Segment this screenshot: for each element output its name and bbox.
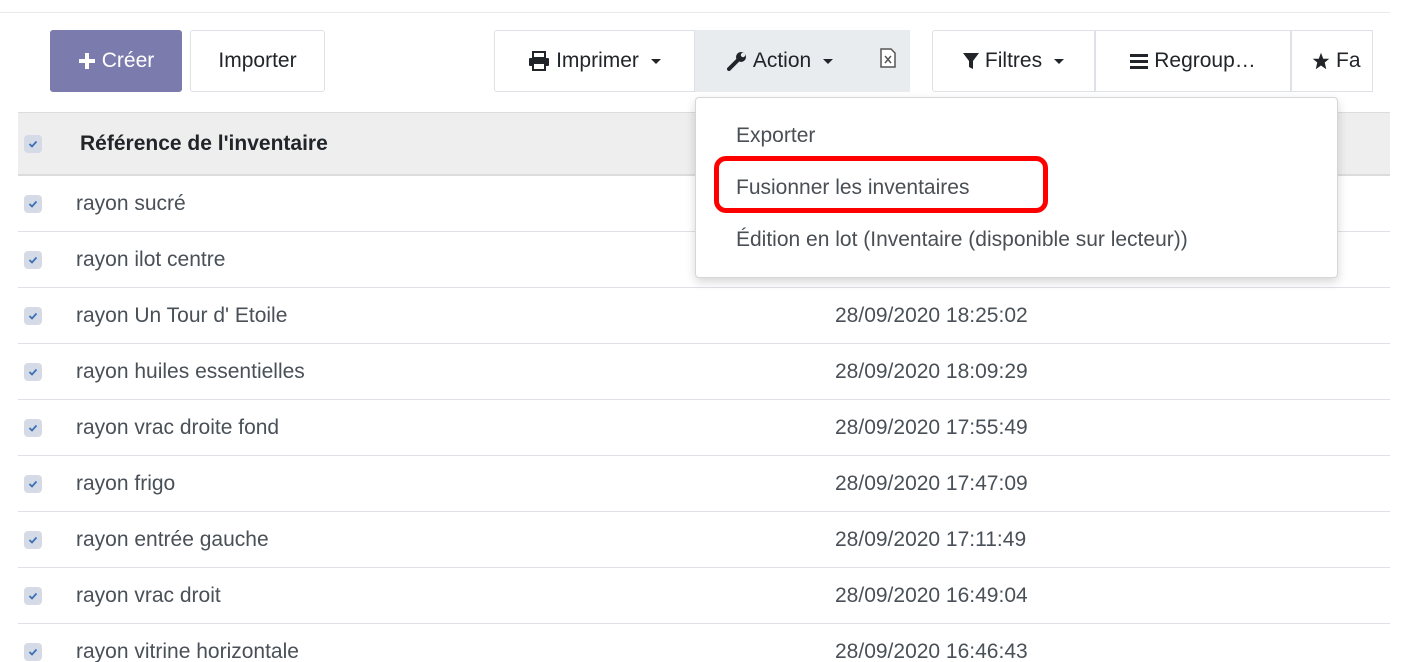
create-button[interactable]: Créer: [50, 30, 182, 92]
table-row[interactable]: rayon vrac droit 28/09/2020 16:49:04: [18, 568, 1390, 624]
bars-icon: [1130, 53, 1149, 69]
row-checkbox[interactable]: [24, 306, 42, 325]
action-button-label: Action: [752, 49, 812, 72]
check-icon: [28, 480, 38, 488]
top-divider: [0, 12, 1390, 13]
check-icon: [28, 536, 38, 544]
check-icon: [28, 140, 38, 148]
menu-item-export[interactable]: Exporter: [736, 124, 815, 148]
wrench-icon: [726, 51, 747, 71]
cell-date: 28/09/2020 16:49:04: [835, 583, 1028, 607]
create-button-label: Créer: [101, 49, 155, 72]
plus-icon: [78, 52, 96, 70]
export-xls-button[interactable]: [865, 30, 910, 92]
row-checkbox[interactable]: [24, 586, 42, 605]
row-checkbox[interactable]: [24, 474, 42, 493]
cell-reference: rayon vrac droit: [76, 583, 221, 607]
select-all-checkbox[interactable]: [24, 134, 42, 153]
chevron-down-icon: [823, 58, 834, 64]
table-row[interactable]: rayon vrac droite fond 28/09/2020 17:55:…: [18, 400, 1390, 456]
groupby-button-label: Regroup…: [1154, 49, 1256, 72]
row-checkbox[interactable]: [24, 362, 42, 381]
check-icon: [28, 648, 38, 656]
cell-date: 28/09/2020 17:55:49: [835, 415, 1028, 439]
check-icon: [28, 592, 38, 600]
import-button-label: Importer: [218, 49, 297, 72]
spreadsheet-icon: [879, 48, 896, 74]
cell-reference: rayon frigo: [76, 471, 176, 495]
cell-date: 28/09/2020 18:09:29: [835, 359, 1028, 383]
favorites-dropdown-button[interactable]: Fa: [1291, 30, 1373, 92]
check-icon: [28, 368, 38, 376]
table-row[interactable]: rayon Un Tour d' Etoile 28/09/2020 18:25…: [18, 288, 1390, 344]
cell-date: 28/09/2020 17:11:49: [835, 527, 1027, 551]
cell-reference: rayon huiles essentielles: [76, 359, 305, 383]
groupby-dropdown-button[interactable]: Regroup…: [1095, 30, 1291, 92]
table-row[interactable]: rayon entrée gauche 28/09/2020 17:11:49: [18, 512, 1390, 568]
chevron-down-icon: [1054, 58, 1065, 64]
row-checkbox[interactable]: [24, 194, 42, 213]
inventory-list-view: Créer Importer Imprimer Action Filtres R…: [0, 0, 1403, 662]
row-checkbox[interactable]: [24, 418, 42, 437]
highlight-annotation: [714, 156, 1048, 213]
check-icon: [28, 256, 38, 264]
chevron-down-icon: [650, 58, 661, 64]
cell-date: 28/09/2020 16:46:43: [835, 639, 1028, 662]
favorites-button-label: Fa: [1336, 49, 1361, 72]
table-row[interactable]: rayon frigo 28/09/2020 17:47:09: [18, 456, 1390, 512]
table-row[interactable]: rayon vitrine horizontale 28/09/2020 16:…: [18, 624, 1390, 662]
import-button[interactable]: Importer: [190, 30, 325, 92]
row-checkbox[interactable]: [24, 250, 42, 269]
printer-icon: [528, 51, 550, 71]
cell-reference: rayon vitrine horizontale: [76, 639, 299, 662]
cell-reference: rayon vrac droite fond: [76, 415, 280, 439]
table-row[interactable]: rayon huiles essentielles 28/09/2020 18:…: [18, 344, 1390, 400]
check-icon: [28, 200, 38, 208]
cell-date: 28/09/2020 17:47:09: [835, 471, 1028, 495]
star-icon: [1312, 52, 1330, 70]
column-header-reference[interactable]: Référence de l'inventaire: [80, 132, 328, 156]
cell-reference: rayon ilot centre: [76, 247, 226, 271]
filters-button-label: Filtres: [984, 49, 1043, 72]
row-checkbox[interactable]: [24, 642, 42, 661]
print-dropdown-button[interactable]: Imprimer: [494, 30, 695, 92]
cell-reference: rayon Un Tour d' Etoile: [76, 303, 288, 327]
cell-reference: rayon entrée gauche: [76, 527, 269, 551]
filters-dropdown-button[interactable]: Filtres: [932, 30, 1095, 92]
print-button-label: Imprimer: [556, 49, 639, 72]
row-checkbox[interactable]: [24, 530, 42, 549]
action-dropdown-button[interactable]: Action: [695, 30, 865, 92]
check-icon: [28, 424, 38, 432]
menu-item-batch-edit[interactable]: Édition en lot (Inventaire (disponible s…: [736, 228, 1188, 252]
check-icon: [28, 312, 38, 320]
filter-icon: [962, 52, 979, 70]
cell-reference: rayon sucré: [76, 191, 186, 215]
cell-date: 28/09/2020 18:25:02: [835, 303, 1028, 327]
